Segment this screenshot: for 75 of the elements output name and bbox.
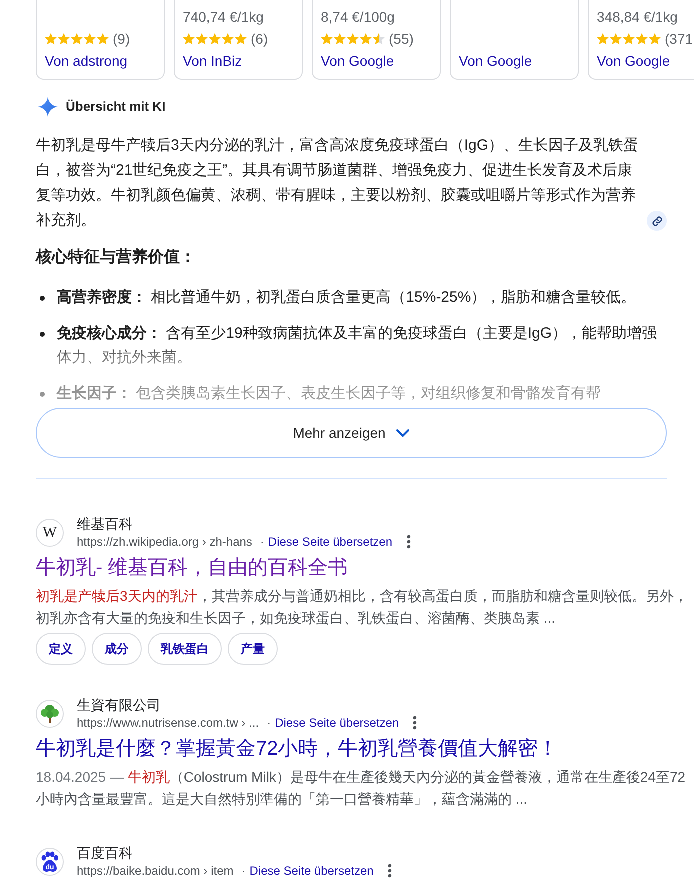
star-icon	[45, 33, 57, 45]
vendor-link[interactable]: Von InBiz	[183, 51, 242, 71]
vendor-link[interactable]: Von Google	[597, 51, 670, 71]
section-heading: 核心特征与营养价值：	[36, 247, 197, 268]
overview-title: Übersicht mit KI	[66, 98, 166, 116]
topic-chip[interactable]: 成分	[92, 633, 142, 665]
result-url: https://baike.baidu.com › item	[77, 863, 234, 878]
result-url: https://www.nutrisense.com.tw › ...	[77, 715, 260, 732]
bullet-icon	[40, 392, 45, 397]
star-icon	[610, 33, 622, 45]
translate-link[interactable]: Diese Seite übersetzen	[275, 714, 400, 732]
overview-paragraph: 牛初乳是母牛产犊后3天内分泌的乳汁，富含高浓度免疫球蛋白（IgG）、生长因子及乳铁蛋白，被誉为“21世纪免疫之王”。其具有调节肠道菌群、增强免疫力、促进生长发育及术后康复等功效。牛初乳颜色偏黄、浓稠、带有腥味，主要以粉剂、胶囊或咀嚼片等形式作为营养补充剂。	[36, 136, 639, 231]
site-name: 生資有限公司	[77, 696, 161, 714]
star-icon	[222, 33, 234, 45]
topic-chip[interactable]: 产量	[228, 633, 278, 665]
link-icon[interactable]	[647, 211, 667, 231]
bullet-icon	[40, 332, 45, 337]
show-more-button[interactable]: Mehr anzeigen	[36, 408, 667, 458]
star-icon	[235, 33, 247, 45]
letter-logo: W	[36, 519, 64, 547]
translate-link[interactable]: Diese Seite übersetzen	[250, 862, 374, 878]
site-name: 维基百科	[77, 515, 133, 533]
translate-link[interactable]: Diese Seite übersetzen	[268, 533, 392, 551]
bullet-text: 生长因子： 包含类胰岛素生长因子、表皮生长因子等，对组织修复和骨骼发育有帮	[57, 384, 602, 404]
star-icon	[209, 33, 221, 45]
star-icon	[183, 33, 195, 45]
star-icon	[321, 33, 333, 45]
topic-chip[interactable]: 定义	[36, 633, 86, 665]
result-title-link[interactable]: 牛初乳- 维基百科，自由的百科全书	[36, 555, 690, 581]
star-icon	[58, 33, 70, 45]
product-card[interactable]: 8,74 €/100g (55) Von Google	[312, 0, 441, 80]
product-card[interactable]: 740,74 €/1kg (6) Von InBiz	[174, 0, 303, 80]
bullet-text: 免疫核心成分： 含有至少19种致病菌抗体及丰富的免疫球蛋白（主要是IgG），能帮助增强体力、对抗外来菌。	[57, 324, 658, 368]
vendor-link[interactable]: Von Google	[321, 51, 394, 71]
star-icon	[71, 33, 83, 45]
sparkle-icon	[38, 97, 58, 117]
separator: ·	[259, 534, 266, 551]
rating-count: (371	[665, 30, 694, 48]
vendor-link[interactable]: Von adstrong	[45, 51, 128, 71]
half-star-icon	[373, 33, 385, 45]
more-options-icon[interactable]	[388, 864, 392, 878]
star-icon	[636, 33, 648, 45]
star-icon	[97, 33, 109, 45]
separator: ·	[266, 715, 272, 732]
result-snippet: 18.04.2025 — 牛初乳（Colostrum Milk）是母牛在生產後幾天內分泌的黃金營養液，通常在生產後24至72小時內含量最豐富。這是大自然特別準備的「第一口營養精華」，蘊含滿滿的 ...	[36, 768, 687, 809]
rating-count: (6)	[251, 30, 268, 48]
star-icon	[84, 33, 96, 45]
site-name: 百度百科	[77, 844, 133, 862]
chevron-down-icon	[396, 428, 410, 438]
price: 348,84 €/1kg	[597, 8, 678, 26]
bullet-text: 高营养密度： 相比普通牛奶，初乳蛋白质含量更高（15%-25%），脂肪和糖含量较低。	[57, 288, 638, 308]
star-icon	[649, 33, 661, 45]
product-card[interactable]: (9) Von adstrong	[36, 0, 165, 80]
rating-count: (9)	[113, 30, 130, 48]
vendor-link[interactable]: Von Google	[459, 51, 532, 71]
rating-count: (55)	[389, 30, 414, 48]
more-options-icon[interactable]	[406, 535, 410, 549]
product-card[interactable]: 348,84 €/1kg (371 Von Google	[588, 0, 694, 80]
star-icon	[196, 33, 208, 45]
price: 8,74 €/100g	[321, 8, 395, 26]
star-icon	[597, 33, 609, 45]
result-title-link[interactable]: 牛初乳是什麼？掌握黃金72小時，牛初乳營養價值大解密！	[36, 736, 690, 762]
bullet-icon	[40, 296, 45, 301]
star-icon	[360, 33, 372, 45]
result-url: https://zh.wikipedia.org › zh-hans	[77, 534, 252, 551]
topic-chip[interactable]: 乳铁蛋白	[148, 633, 222, 665]
result-snippet: 初乳是产犊后3天内的乳汁，其营养成分与普通奶相比，含有较高蛋白质，而脂肪和糖含量则较低。另外，初乳亦含有大量的免疫和生长因子，如免疫球蛋白、乳铁蛋白、溶菌酶、类胰岛素 ...	[36, 587, 689, 628]
more-options-icon[interactable]	[413, 716, 418, 730]
separator: ·	[240, 863, 247, 878]
tree-icon	[36, 700, 64, 728]
price: 740,74 €/1kg	[183, 8, 264, 26]
product-card[interactable]: Von Google	[450, 0, 579, 80]
star-icon	[623, 33, 635, 45]
star-icon	[347, 33, 359, 45]
star-icon	[334, 33, 346, 45]
